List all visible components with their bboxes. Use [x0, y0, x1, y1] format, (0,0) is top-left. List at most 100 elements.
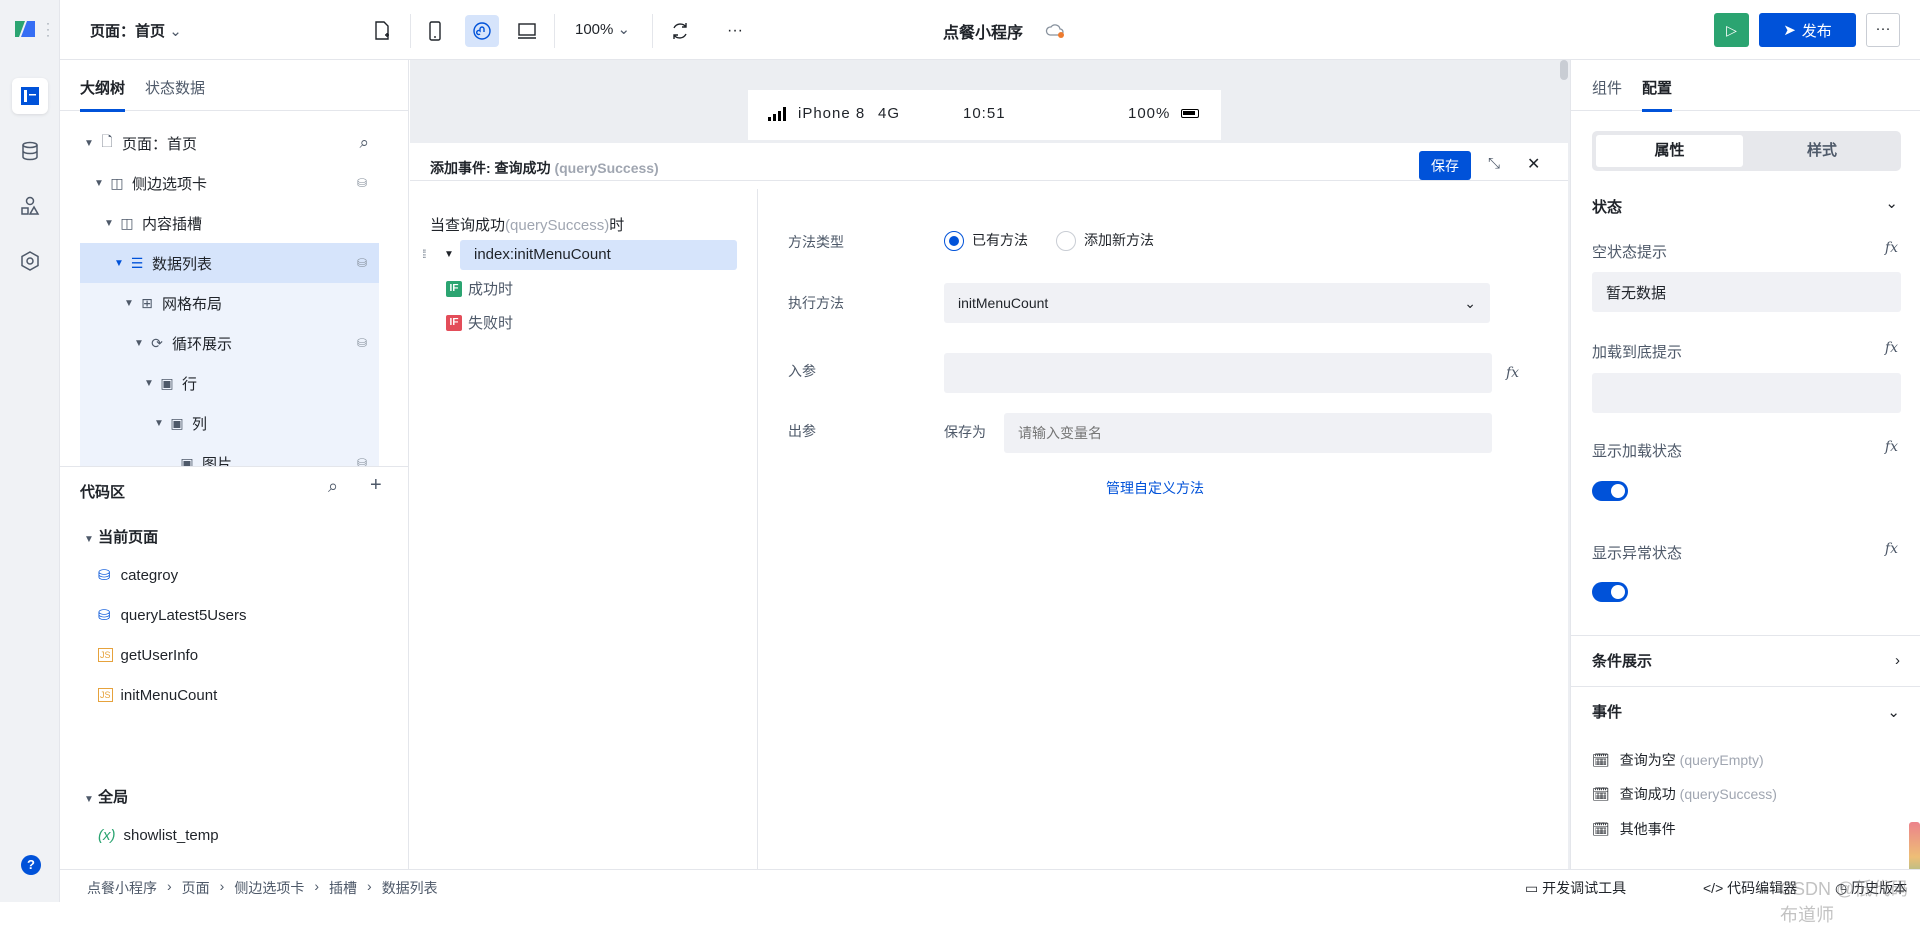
fx-icon[interactable]: fx: [1885, 340, 1898, 356]
close-icon[interactable]: ✕: [1527, 154, 1540, 174]
tab-state-data[interactable]: 状态数据: [145, 77, 205, 98]
settings-hexagon-icon[interactable]: [12, 243, 48, 279]
seg-styles[interactable]: 样式: [1747, 135, 1897, 167]
tree-node-label: 内容插槽: [142, 215, 203, 233]
radio-label: 已有方法: [972, 232, 1028, 248]
variable-label: showlist_temp: [123, 826, 219, 844]
event-item[interactable]: 🗓 其他事件: [1592, 819, 1676, 839]
code-item[interactable]: JS initMenuCount: [98, 675, 217, 715]
event-item[interactable]: 🗓 查询成功 (querySuccess): [1592, 784, 1777, 804]
exec-method-label: 执行方法: [788, 295, 844, 311]
output-params-label: 出参: [788, 423, 816, 439]
add-icon[interactable]: +: [370, 474, 382, 497]
canvas-scrollbar[interactable]: [1560, 60, 1568, 80]
outline-icon[interactable]: [12, 78, 48, 114]
tree-node[interactable]: ▼ ⊞ 网格布局: [80, 283, 379, 323]
code-icon: </>: [1703, 880, 1724, 896]
global-variable[interactable]: (x) showlist_temp: [98, 815, 219, 855]
section-events[interactable]: 事件 ⌄: [1571, 686, 1920, 736]
tree-node[interactable]: ▼ ▣ 行: [80, 363, 379, 403]
publish-button[interactable]: ➤ 发布: [1759, 13, 1856, 47]
tree-node-selected[interactable]: ▼ ☰ 数据列表 ⛁: [80, 243, 379, 283]
input-params-field[interactable]: [944, 353, 1492, 393]
load-end-field[interactable]: [1592, 373, 1901, 413]
save-button[interactable]: 保存: [1419, 151, 1471, 180]
drag-handle-icon[interactable]: ⁞⁞: [422, 247, 426, 261]
refresh-icon[interactable]: [663, 15, 697, 47]
tree-node[interactable]: ▼ ▣ 列: [80, 403, 379, 443]
variable-name-input[interactable]: [1004, 413, 1492, 453]
page-selector[interactable]: 页面：首页 ⌄: [90, 20, 182, 41]
seg-properties[interactable]: 属性: [1596, 135, 1743, 167]
code-item[interactable]: ⛁ categroy: [98, 555, 178, 595]
group-global[interactable]: ▼ 全局: [84, 786, 128, 807]
breadcrumb-item[interactable]: 页面: [182, 878, 210, 898]
tab-outline-tree[interactable]: 大纲树: [80, 77, 126, 112]
section-state-title: 状态: [1592, 199, 1623, 216]
method-type-label: 方法类型: [788, 234, 844, 250]
code-item-label: getUserInfo: [120, 646, 199, 664]
empty-state-field[interactable]: 暂无数据: [1592, 272, 1901, 312]
search-icon[interactable]: ⌕: [359, 133, 369, 153]
miniprogram-view-icon[interactable]: [465, 15, 499, 47]
help-icon[interactable]: ?: [21, 855, 41, 875]
components-icon[interactable]: [12, 188, 48, 224]
save-as-label: 保存为: [944, 424, 986, 440]
code-item-label: categroy: [120, 566, 179, 584]
exec-method-select[interactable]: initMenuCount ⌄: [944, 283, 1490, 323]
tab-config[interactable]: 配置: [1642, 77, 1673, 112]
section-conditional[interactable]: 条件展示 ›: [1571, 635, 1920, 685]
load-end-label: 加载到底提示: [1592, 344, 1683, 361]
run-button[interactable]: ▷: [1714, 13, 1749, 47]
manage-methods-link[interactable]: 管理自定义方法: [1106, 478, 1204, 498]
breadcrumb-item[interactable]: 侧边选项卡: [234, 878, 304, 898]
breadcrumb-item[interactable]: 插槽: [329, 878, 357, 898]
branch-fail[interactable]: IF 失败时: [446, 312, 513, 333]
branch-success[interactable]: IF 成功时: [446, 278, 513, 299]
tree-node-label: 侧边选项卡: [132, 175, 208, 193]
show-error-toggle[interactable]: [1592, 582, 1628, 602]
fx-icon[interactable]: fx: [1885, 439, 1898, 455]
tree-node[interactable]: ▼ ◫ 内容插槽: [80, 203, 379, 243]
caret-down-icon[interactable]: ▼: [444, 249, 454, 260]
calendar-icon: 🗓: [1592, 820, 1610, 837]
zoom-select[interactable]: 100% ⌄: [575, 20, 630, 38]
search-icon[interactable]: ⌕: [328, 476, 338, 497]
more-vertical-icon[interactable]: · · ·: [46, 17, 50, 41]
devtools-button[interactable]: ▭ 开发调试工具: [1525, 878, 1626, 898]
if-fail-icon: IF: [446, 314, 462, 331]
more-icon[interactable]: ···: [718, 15, 752, 47]
group-current-page[interactable]: ▼ 当前页面: [84, 526, 158, 547]
show-loading-toggle[interactable]: [1592, 481, 1628, 501]
database-icon[interactable]: [12, 133, 48, 169]
add-page-icon[interactable]: [365, 15, 399, 47]
trigger-suffix: 时: [609, 217, 625, 234]
event-item[interactable]: 🗓 查询为空 (queryEmpty): [1592, 750, 1764, 770]
breadcrumb-item[interactable]: 点餐小程序: [87, 878, 157, 898]
more-menu-button[interactable]: ···: [1866, 13, 1900, 47]
mobile-view-icon[interactable]: [418, 15, 452, 47]
section-title: 条件展示: [1592, 653, 1653, 670]
fx-icon[interactable]: fx: [1506, 365, 1519, 381]
breadcrumb-item[interactable]: 数据列表: [382, 878, 438, 898]
collapse-icon[interactable]: ⤡: [1488, 155, 1500, 172]
query-icon: ⛁: [98, 607, 111, 624]
fx-icon[interactable]: fx: [1885, 240, 1898, 256]
tree-node[interactable]: ▼ 🗋 页面：首页 ⌕: [80, 123, 379, 163]
tree-node[interactable]: ▣ 图片 ⛁: [80, 443, 379, 466]
section-title: 事件: [1592, 704, 1623, 721]
desktop-view-icon[interactable]: [510, 15, 544, 47]
code-item[interactable]: ⛁ queryLatest5Users: [98, 595, 246, 635]
action-item-selected[interactable]: index:initMenuCount: [460, 240, 737, 270]
radio-new-method[interactable]: 添加新方法: [1056, 230, 1154, 252]
chevron-down-icon[interactable]: ⌄: [1885, 194, 1898, 212]
devtools-icon: ▭: [1525, 880, 1539, 896]
radio-existing-method[interactable]: 已有方法: [944, 230, 1028, 252]
tree-node[interactable]: ▼ ◫ 侧边选项卡 ⛁: [80, 163, 379, 203]
tab-components[interactable]: 组件: [1592, 77, 1622, 98]
code-item[interactable]: JS getUserInfo: [98, 635, 198, 675]
tree-node[interactable]: ▼ ⟳ 循环展示 ⛁: [80, 323, 379, 363]
empty-state-value: 暂无数据: [1606, 284, 1667, 302]
if-success-icon: IF: [446, 280, 462, 297]
fx-icon[interactable]: fx: [1885, 541, 1898, 557]
